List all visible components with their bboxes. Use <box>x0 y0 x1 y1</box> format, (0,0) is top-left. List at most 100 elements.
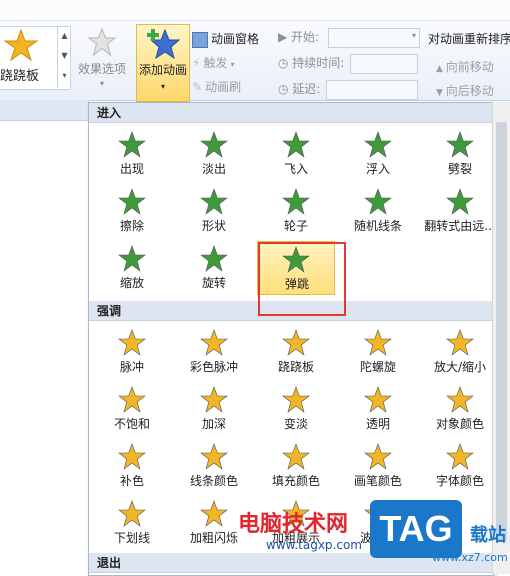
star-icon <box>364 329 392 356</box>
delay-input[interactable] <box>326 80 418 100</box>
trigger-icon: ⚡ <box>192 56 201 70</box>
star-icon <box>118 443 146 470</box>
star-icon <box>200 500 228 527</box>
add-animation-label: 添加动画 <box>138 63 187 77</box>
emphasis-item[interactable]: 画笔颜色 <box>339 439 417 493</box>
entrance-item[interactable]: 缩放 <box>93 241 171 295</box>
entrance-item[interactable]: 轮子 <box>257 184 335 238</box>
watermark-site: 电脑技术网 <box>238 512 349 537</box>
entrance-item[interactable]: 淡出 <box>175 127 253 181</box>
add-animation-button[interactable]: 添加动画 ▾ <box>136 24 190 102</box>
emphasis-item-label: 不饱和 <box>113 417 150 431</box>
emphasis-item[interactable]: 变淡 <box>257 382 335 436</box>
duration-label: 持续时间: <box>292 56 345 70</box>
entrance-item[interactable]: 擦除 <box>93 184 171 238</box>
trigger-dropdown-icon: ▾ <box>230 60 235 69</box>
entrance-item-label: 旋转 <box>201 276 226 290</box>
emphasis-item[interactable]: 对象颜色 <box>421 382 493 436</box>
emphasis-item[interactable]: 陀螺旋 <box>339 325 417 379</box>
gallery-down-icon[interactable]: ▼ <box>58 46 71 66</box>
emphasis-item[interactable]: 下划线 <box>93 496 171 550</box>
gallery-up-icon[interactable]: ▲ <box>58 26 71 46</box>
emphasis-item[interactable]: 彩色脉冲 <box>175 325 253 379</box>
star-icon <box>200 188 228 215</box>
entrance-item[interactable]: 形状 <box>175 184 253 238</box>
emphasis-item[interactable]: 加深 <box>175 382 253 436</box>
slides-pane-header <box>0 100 88 121</box>
watermark-tag-logo: TAG <box>370 500 462 558</box>
effect-options-button[interactable]: 效果选项 ▾ <box>74 26 130 92</box>
trigger-button[interactable]: ⚡ 触发 ▾ <box>192 54 234 74</box>
star-icon <box>446 386 474 413</box>
star-icon <box>200 329 228 356</box>
trigger-label: 触发 <box>203 56 228 70</box>
entrance-item[interactable]: 随机线条 <box>339 184 417 238</box>
emphasis-item-label: 陀螺旋 <box>359 360 396 374</box>
star-icon <box>118 500 146 527</box>
start-dropdown-icon[interactable]: ▾ <box>412 31 416 40</box>
entrance-item[interactable]: 翻转式由远... <box>421 184 494 238</box>
emphasis-item[interactable]: 脉冲 <box>93 325 171 379</box>
emphasis-item-label: 补色 <box>119 474 144 488</box>
star-icon <box>282 329 310 356</box>
reorder-title: 对动画重新排序 <box>428 32 510 46</box>
watermark-url: www.tagxp.com <box>266 538 362 552</box>
entrance-item-label: 形状 <box>201 219 226 233</box>
emphasis-item-label: 变淡 <box>283 417 308 431</box>
animation-pane-button[interactable]: 动画窗格 <box>192 30 259 50</box>
start-row: ▶ 开始: ▾ <box>278 28 420 48</box>
entrance-item[interactable]: 旋转 <box>175 241 253 295</box>
emphasis-item[interactable]: 补色 <box>93 439 171 493</box>
duration-row: ◷ 持续时间: <box>278 54 418 74</box>
emphasis-item-label: 画笔颜色 <box>353 474 402 488</box>
move-later-button[interactable]: ▼ 向后移动 <box>436 82 494 99</box>
star-icon <box>446 443 474 470</box>
star-icon <box>200 245 228 272</box>
animation-painter-button[interactable]: ✎ 动画刷 <box>192 78 241 98</box>
star-icon <box>282 386 310 413</box>
dropdown-scrollbar[interactable] <box>492 102 510 574</box>
duration-input[interactable] <box>350 54 418 74</box>
gallery-scroll[interactable]: ▲ ▼ ▾ <box>57 26 71 88</box>
emphasis-item[interactable]: 放大/缩小 <box>421 325 493 379</box>
entrance-item-label: 淡出 <box>201 162 226 176</box>
emphasis-item-label: 放大/缩小 <box>433 360 487 374</box>
entrance-item-label: 轮子 <box>283 219 308 233</box>
delay-icon: ◷ <box>278 82 293 96</box>
star-icon <box>446 131 474 158</box>
star-icon <box>364 386 392 413</box>
effect-options-dropdown-icon: ▾ <box>99 79 104 88</box>
start-icon: ▶ <box>278 30 292 44</box>
gallery-more-icon[interactable]: ▾ <box>58 66 71 86</box>
star-icon <box>282 131 310 158</box>
watermark-url2: www.xz7.com <box>432 551 508 564</box>
star-icon <box>200 443 228 470</box>
animation-painter-label: 动画刷 <box>205 80 242 94</box>
move-earlier-icon: ▲ <box>436 64 446 74</box>
gallery-current-effect: 跷跷板 <box>0 69 40 84</box>
entrance-item-label: 缩放 <box>119 276 144 290</box>
emphasis-item[interactable]: 跷跷板 <box>257 325 335 379</box>
emphasis-item[interactable]: 填充颜色 <box>257 439 335 493</box>
start-select[interactable]: ▾ <box>328 28 420 48</box>
add-animation-star-icon <box>147 28 181 60</box>
entrance-item[interactable]: 浮入 <box>339 127 417 181</box>
emphasis-item[interactable]: 线条颜色 <box>175 439 253 493</box>
emphasis-item-label: 对象颜色 <box>435 417 484 431</box>
delay-label: 延迟: <box>292 82 321 96</box>
emphasis-item[interactable]: 透明 <box>339 382 417 436</box>
star-icon <box>200 131 228 158</box>
star-icon <box>118 386 146 413</box>
star-icon <box>282 443 310 470</box>
scrollbar-thumb[interactable] <box>496 122 507 542</box>
move-earlier-button[interactable]: ▲ 向前移动 <box>436 58 494 75</box>
entrance-item[interactable]: 出现 <box>93 127 171 181</box>
section-entrance: 进入 <box>89 103 493 123</box>
delay-row: ◷ 延迟: <box>278 80 418 100</box>
emphasis-item[interactable]: 字体颜色 <box>421 439 493 493</box>
emphasis-item[interactable]: 不饱和 <box>93 382 171 436</box>
star-icon <box>282 188 310 215</box>
entrance-item-label: 翻转式由远... <box>424 219 494 233</box>
entrance-item[interactable]: 飞入 <box>257 127 335 181</box>
entrance-item[interactable]: 劈裂 <box>421 127 493 181</box>
